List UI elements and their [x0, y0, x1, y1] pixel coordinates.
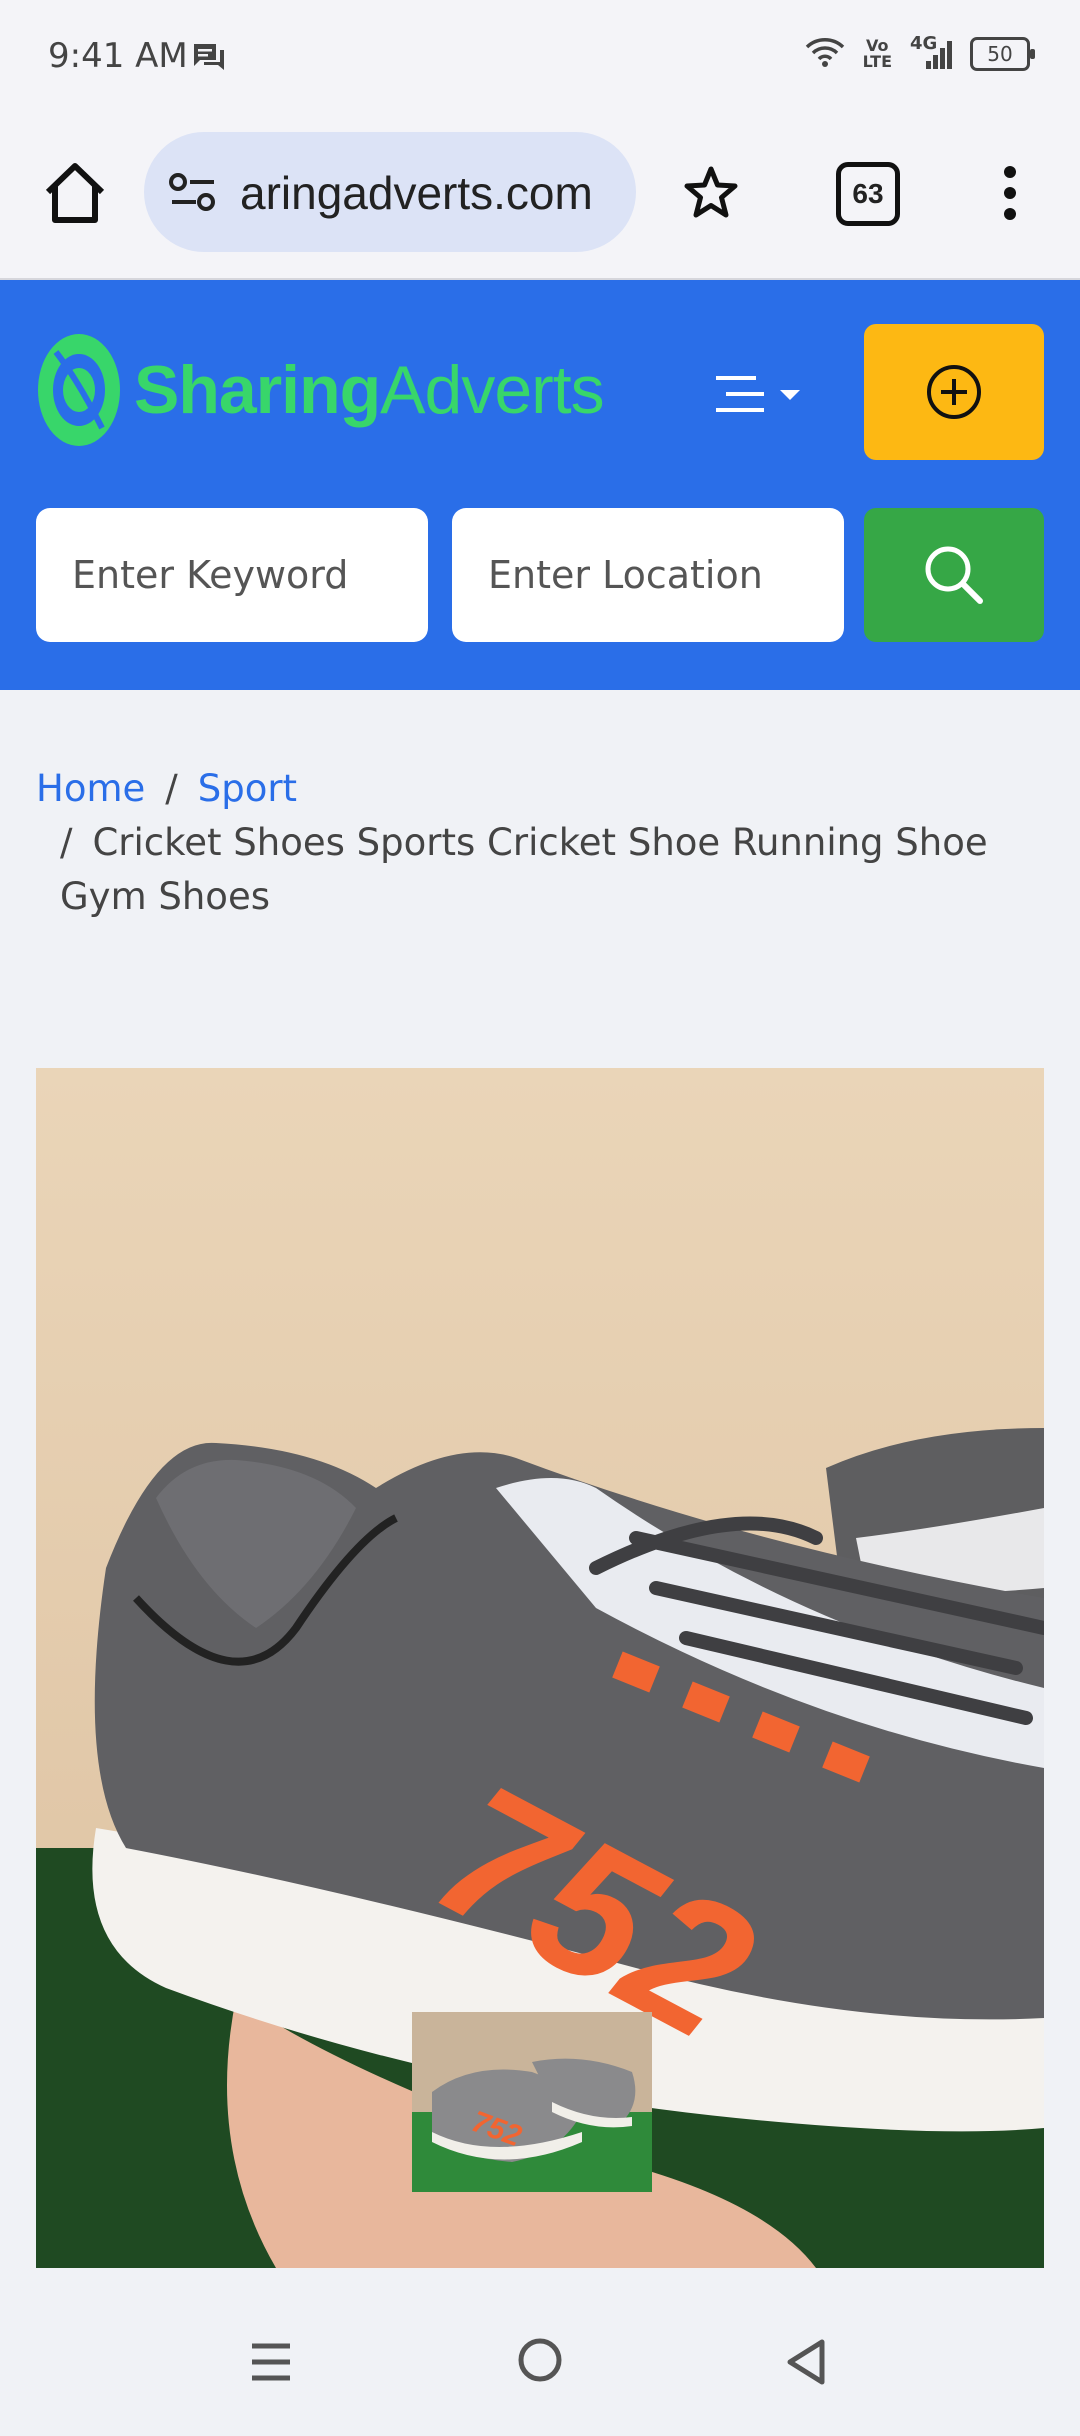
- system-home-button[interactable]: [516, 2336, 564, 2388]
- breadcrumb-home[interactable]: Home: [36, 767, 145, 810]
- message-notification-icon: [192, 42, 226, 76]
- logo-mark-icon: [38, 334, 120, 446]
- search-button[interactable]: [864, 508, 1044, 642]
- thumbnail-photo: 752: [412, 2012, 652, 2192]
- home-icon: [45, 163, 105, 223]
- nav-menu-toggle[interactable]: [712, 370, 802, 420]
- status-bar: 9:41 AM Vo LTE 4G 50: [0, 0, 1080, 120]
- tab-switcher-button[interactable]: 63: [836, 162, 900, 226]
- recent-apps-button[interactable]: [250, 2340, 292, 2388]
- logo-text-part2: Adverts: [380, 352, 605, 428]
- dot-icon: [1004, 166, 1016, 178]
- breadcrumb: Home / Sport / Cricket Shoes Sports Cricket…: [36, 762, 1046, 924]
- system-navigation-bar: [0, 2300, 1080, 2436]
- dot-icon: [1004, 187, 1016, 199]
- keyword-input[interactable]: [36, 508, 428, 642]
- home-circle-icon: [518, 2338, 562, 2382]
- product-image[interactable]: 752 752: [36, 1068, 1044, 2268]
- menu-lines-icon: [716, 376, 764, 412]
- battery-level: 50: [987, 42, 1013, 66]
- recent-apps-icon: [252, 2343, 290, 2381]
- site-logo[interactable]: SharingAdverts: [36, 332, 605, 448]
- breadcrumb-sport[interactable]: Sport: [198, 767, 297, 810]
- volte-indicator: Vo LTE: [863, 38, 892, 70]
- address-bar[interactable]: aringadverts.com: [144, 132, 636, 252]
- home-button[interactable]: [40, 158, 110, 228]
- logo-text-part1: Sharing: [134, 352, 381, 428]
- logo-text: SharingAdverts: [134, 351, 605, 429]
- breadcrumb-separator: /: [60, 821, 73, 864]
- breadcrumb-current: / Cricket Shoes Sports Cricket Shoe Runni…: [36, 816, 1046, 924]
- volte-bottom: LTE: [862, 52, 892, 71]
- back-triangle-icon: [787, 2339, 825, 2385]
- bookmark-button[interactable]: [682, 164, 740, 226]
- search-icon: [925, 546, 983, 604]
- product-thumbnail[interactable]: 752: [412, 2012, 652, 2192]
- browser-menu-button[interactable]: [990, 160, 1030, 230]
- wifi-icon: [805, 36, 845, 72]
- breadcrumb-current-title: Cricket Shoes Sports Cricket Shoe Runnin…: [60, 821, 988, 918]
- plus-circle-icon: [927, 365, 981, 419]
- status-indicators: Vo LTE 4G 50: [805, 33, 1035, 72]
- cellular-signal-icon: 4G: [910, 33, 952, 71]
- status-time: 9:41 AM: [48, 36, 188, 76]
- dot-icon: [1004, 208, 1016, 220]
- location-input[interactable]: [452, 508, 844, 642]
- system-back-button[interactable]: [784, 2338, 828, 2390]
- site-settings-icon[interactable]: [168, 172, 218, 216]
- site-header: SharingAdverts: [0, 280, 1080, 690]
- breadcrumb-separator: /: [165, 767, 178, 810]
- battery-icon: 50: [970, 37, 1035, 71]
- browser-toolbar: aringadverts.com 63: [0, 120, 1080, 280]
- star-icon: [684, 166, 738, 218]
- caret-down-icon: [780, 390, 800, 400]
- url-text: aringadverts.com: [240, 167, 593, 219]
- post-ad-button[interactable]: [864, 324, 1044, 460]
